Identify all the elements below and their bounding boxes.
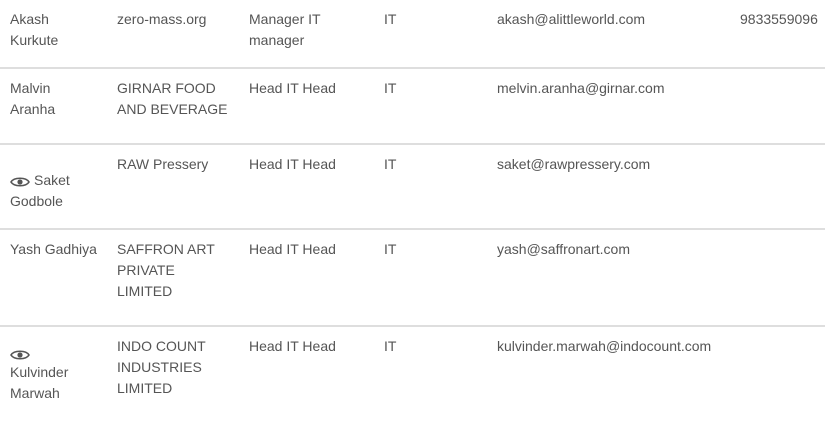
email-cell[interactable]: melvin.aranha@girnar.com xyxy=(497,78,732,99)
company-cell: INDO COUNT INDUSTRIES LIMITED xyxy=(117,338,206,396)
contact-name-cell[interactable]: Yash Gadhiya xyxy=(10,239,105,260)
department-cell: IT xyxy=(384,80,397,96)
contact-name[interactable]: Kulvinder Marwah xyxy=(10,364,68,401)
company-cell: GIRNAR FOOD AND BEVERAGE xyxy=(117,80,228,117)
department-cell: IT xyxy=(384,156,397,172)
table-row[interactable]: Akash Kurkute zero-mass.org Manager IT m… xyxy=(0,0,825,69)
contact-name-cell[interactable]: Saket Godbole xyxy=(10,170,90,212)
contact-name-cell[interactable]: Malvin Aranha xyxy=(10,78,80,120)
contacts-table: Akash Kurkute zero-mass.org Manager IT m… xyxy=(0,0,825,422)
table-row[interactable]: Saket Godbole RAW Pressery Head IT Head … xyxy=(0,145,825,230)
job-title-cell: Manager IT manager xyxy=(249,11,321,48)
contact-name[interactable]: Yash Gadhiya xyxy=(10,241,97,257)
department-cell: IT xyxy=(384,241,397,257)
table-row[interactable]: Kulvinder Marwah INDO COUNT INDUSTRIES L… xyxy=(0,327,825,422)
eye-icon xyxy=(10,346,30,360)
contact-name-cell[interactable]: Kulvinder Marwah xyxy=(10,348,82,404)
department-cell: IT xyxy=(384,11,397,27)
email-cell[interactable]: akash@alittleworld.com xyxy=(497,9,732,30)
contact-name[interactable]: Akash Kurkute xyxy=(10,11,58,48)
company-cell: SAFFRON ART PRIVATE LIMITED xyxy=(117,241,215,299)
table-row[interactable]: Malvin Aranha GIRNAR FOOD AND BEVERAGE H… xyxy=(0,69,825,145)
eye-icon xyxy=(10,173,30,187)
contact-name[interactable]: Malvin Aranha xyxy=(10,80,55,117)
phone-cell[interactable]: 9833559096 xyxy=(740,9,825,30)
job-title-cell: Head IT Head xyxy=(249,156,336,172)
job-title-cell: Head IT Head xyxy=(249,241,336,257)
company-cell: RAW Pressery xyxy=(117,156,209,172)
email-cell[interactable]: saket@rawpressery.com xyxy=(497,154,732,175)
contact-name-cell[interactable]: Akash Kurkute xyxy=(10,9,80,51)
table-row[interactable]: Yash Gadhiya SAFFRON ART PRIVATE LIMITED… xyxy=(0,230,825,327)
job-title-cell: Head IT Head xyxy=(249,80,336,96)
email-cell[interactable]: yash@saffronart.com xyxy=(497,239,732,260)
email-cell[interactable]: kulvinder.marwah@indocount.com xyxy=(497,336,737,357)
company-cell: zero-mass.org xyxy=(117,11,207,27)
department-cell: IT xyxy=(384,338,397,354)
job-title-cell: Head IT Head xyxy=(249,338,336,354)
